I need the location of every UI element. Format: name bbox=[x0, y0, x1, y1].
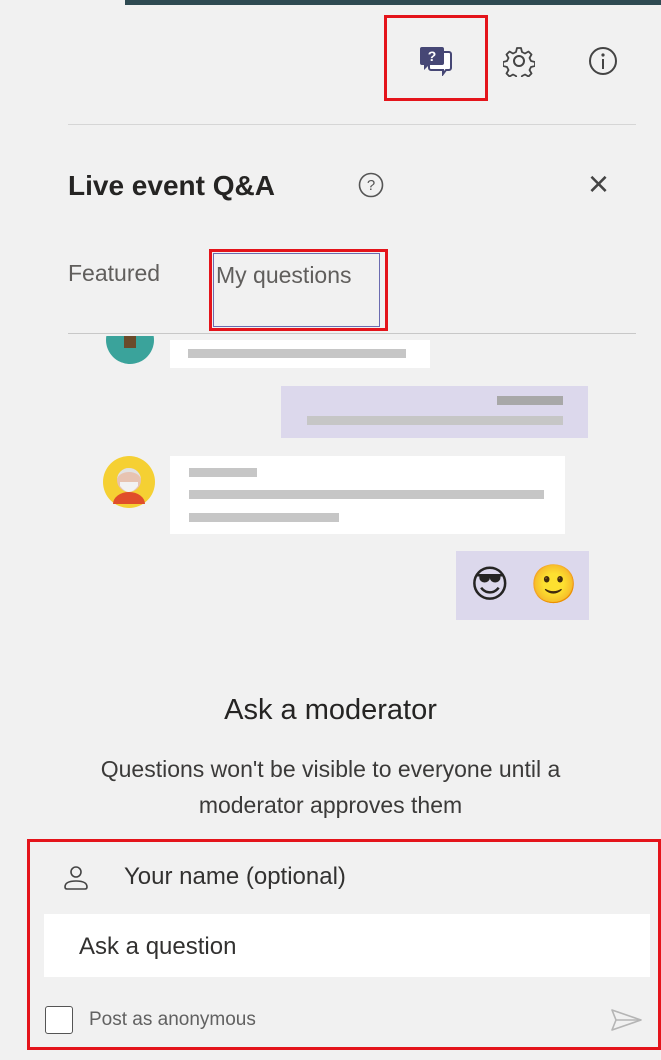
tab-my-questions[interactable]: My questions bbox=[216, 262, 352, 289]
message-bubble bbox=[170, 340, 430, 368]
tab-featured[interactable]: Featured bbox=[68, 260, 160, 287]
own-message-bubble bbox=[281, 386, 588, 438]
avatar bbox=[104, 336, 156, 366]
sunglasses-emoji-icon: 😎 bbox=[470, 564, 510, 606]
moderator-note-line2: moderator approves them bbox=[198, 792, 463, 818]
send-icon[interactable] bbox=[609, 1006, 645, 1034]
toolbar-divider bbox=[68, 124, 636, 125]
avatar bbox=[103, 456, 155, 508]
top-strip bbox=[125, 0, 661, 5]
svg-text:?: ? bbox=[367, 177, 375, 194]
anonymous-label: Post as anonymous bbox=[89, 1009, 256, 1030]
qa-chat-icon[interactable]: ? bbox=[415, 40, 457, 80]
svg-text:?: ? bbox=[428, 48, 437, 64]
emoji-reply-bubble: 😎 🙂 bbox=[456, 551, 589, 620]
help-icon[interactable]: ? bbox=[354, 168, 388, 202]
person-icon bbox=[61, 863, 91, 893]
question-input[interactable]: Ask a question bbox=[44, 914, 650, 977]
message-bubble bbox=[170, 456, 565, 534]
panel-title: Live event Q&A bbox=[68, 170, 275, 201]
info-icon[interactable] bbox=[584, 42, 622, 80]
gear-icon[interactable] bbox=[500, 42, 538, 80]
moderator-heading: Ask a moderator bbox=[224, 694, 437, 726]
moderator-note-line1: Questions won't be visible to everyone u… bbox=[100, 756, 561, 782]
close-icon[interactable]: × bbox=[588, 164, 609, 204]
name-field[interactable]: Your name (optional) bbox=[124, 863, 644, 891]
anonymous-checkbox[interactable] bbox=[45, 1006, 73, 1034]
tabs-divider bbox=[68, 333, 636, 334]
question-placeholder: Ask a question bbox=[79, 933, 237, 960]
smiley-emoji-icon: 🙂 bbox=[530, 564, 578, 606]
